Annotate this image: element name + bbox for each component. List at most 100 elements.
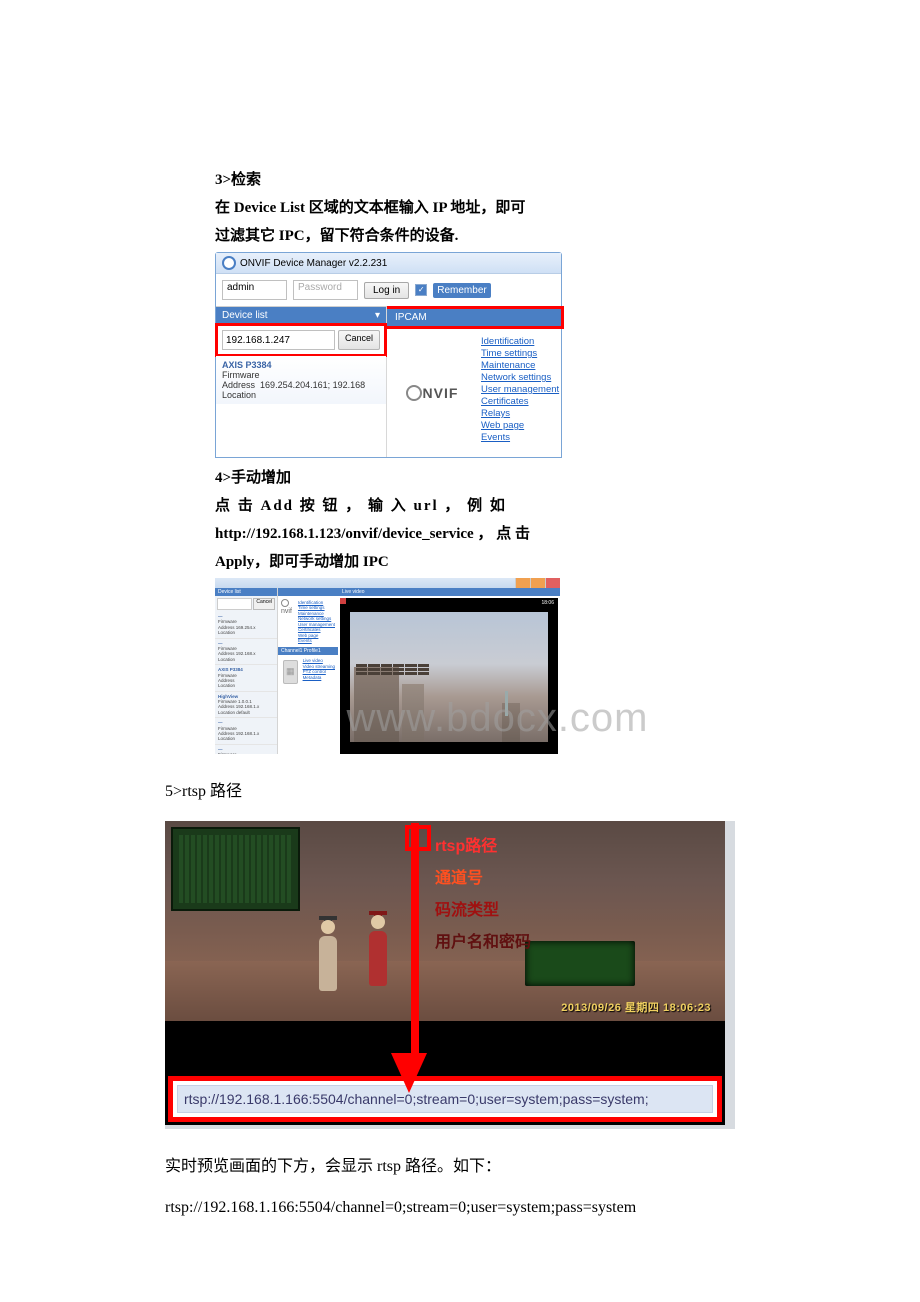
circuit-board	[171, 827, 300, 911]
link-identification[interactable]: Identification	[481, 336, 559, 347]
device-name: AXIS P3384	[222, 360, 380, 370]
window-title: ONVIF Device Manager v2.2.231	[240, 258, 387, 269]
section-header	[278, 588, 338, 596]
onvif-logo: NVIF	[387, 329, 477, 457]
list-item[interactable]: AXIS P3384FirmwareAddressLocation	[215, 665, 277, 692]
minimize-icon[interactable]	[515, 578, 530, 588]
link-user-management[interactable]: User management	[481, 384, 559, 395]
device-list-panel: Device list ▾ Cancel AXIS P3384 Firmware…	[216, 307, 387, 457]
rtsp-url-text[interactable]: rtsp://192.168.1.166:5504/channel=0;stre…	[177, 1085, 713, 1113]
link-time-settings[interactable]: Time settings	[481, 348, 559, 359]
chevron-icon: ▾	[375, 310, 380, 321]
video-content	[350, 612, 548, 742]
settings-links: Identification Time settings Maintenance…	[477, 329, 563, 457]
sec5-title: 5>rtsp 路径	[165, 779, 780, 805]
login-button[interactable]: Log in	[364, 282, 409, 299]
black-bar	[165, 1021, 725, 1073]
filter-input[interactable]	[217, 598, 252, 610]
device-list-panel: Device list Cancel —FirmwareAddress 169.…	[215, 588, 278, 754]
filter-row: Cancel	[215, 596, 277, 612]
figurine	[365, 921, 391, 1021]
link-events[interactable]: Events	[481, 432, 559, 443]
rtsp-path-figure: 2013/09/26 星期四 18:06:23 rtsp://192.168.1…	[165, 821, 735, 1129]
window-controls	[215, 578, 560, 588]
profile-header: Channel1 Profile1	[278, 647, 338, 655]
cancel-button[interactable]: Cancel	[253, 598, 275, 610]
sec4-title: 4>手动增加	[215, 466, 780, 490]
link[interactable]: Network settings	[298, 616, 335, 621]
link[interactable]: Identification	[298, 600, 335, 605]
main-panel: IPCAM NVIF Identification Time settings …	[387, 307, 563, 457]
link[interactable]: Maintenance	[298, 611, 335, 616]
link-web-page[interactable]: Web page	[481, 420, 559, 431]
figurine	[315, 926, 341, 1021]
link-live-video[interactable]: Live video	[303, 658, 335, 663]
device-list-header: Device list	[215, 588, 277, 596]
snapshot-thumb: ▦	[283, 660, 298, 684]
sec4-line3: Apply，即可手动增加 IPC	[215, 550, 780, 574]
device-item[interactable]: AXIS P3384 Firmware Address 169.254.204.…	[216, 356, 386, 404]
list-item[interactable]: —FirmwareAddress	[215, 745, 277, 754]
remember-label: Remember	[433, 283, 490, 298]
tab-header-highlight: IPCAM	[387, 306, 564, 329]
annotation-labels: rtsp路径 通道号 码流类型 用户名和密码	[435, 831, 531, 959]
video-header: Live video	[338, 588, 560, 596]
fw-label: Firmware	[222, 370, 260, 380]
login-row: admin Password Log in ✓ Remember	[216, 274, 561, 307]
window-titlebar: ONVIF Device Manager v2.2.231	[216, 253, 561, 274]
link[interactable]: Certificates	[298, 627, 335, 632]
link[interactable]: Time settings	[298, 605, 335, 610]
link[interactable]: Events	[298, 638, 335, 643]
timestamp-overlay: 18:06	[541, 600, 554, 606]
label-stream-type: 码流类型	[435, 895, 531, 927]
filter-highlight: Cancel	[215, 323, 387, 357]
sec4-line2: http://192.168.1.123/onvif/device_servic…	[215, 522, 780, 546]
video-frame: 18:06	[340, 598, 558, 754]
loc-label: Location	[222, 390, 256, 400]
sec3-title: 3>检索	[215, 168, 780, 192]
remember-checkbox[interactable]: ✓	[415, 284, 427, 296]
onvif-logo: nvif	[281, 599, 295, 615]
label-credentials: 用户名和密码	[435, 927, 531, 959]
link-ptz[interactable]: PTZ control	[303, 669, 335, 674]
dev-board	[525, 941, 635, 986]
rtsp-url-highlight: rtsp://192.168.1.166:5504/channel=0;stre…	[168, 1076, 722, 1122]
list-item[interactable]: —FirmwareAddress 192.168.xLocation	[215, 639, 277, 666]
addr-label: Address	[222, 380, 255, 390]
nvt-links: Identification Time settings Maintenance…	[298, 599, 335, 644]
link-video-streaming[interactable]: Video streaming	[303, 664, 335, 669]
list-item[interactable]: —FirmwareAddress 192.168.1.xLocation	[215, 718, 277, 745]
password-input[interactable]: Password	[293, 280, 358, 300]
profile-links: Live video Video streaming PTZ control M…	[303, 658, 335, 681]
username-input[interactable]: admin	[222, 280, 287, 300]
label-channel: 通道号	[435, 863, 531, 895]
osd-timestamp: 2013/09/26 星期四 18:06:23	[561, 999, 711, 1015]
maximize-icon[interactable]	[530, 578, 545, 588]
app-icon	[222, 256, 236, 270]
mid-panel: nvif Identification Time settings Mainte…	[278, 588, 338, 754]
onvif-manager-screenshot: ONVIF Device Manager v2.2.231 admin Pass…	[215, 252, 562, 458]
close-icon[interactable]	[545, 578, 560, 588]
sec3-line2: 过滤其它 IPC，留下符合条件的设备.	[215, 224, 780, 248]
link-certificates[interactable]: Certificates	[481, 396, 559, 407]
addr-value: 169.254.204.161; 192.168	[260, 380, 365, 390]
tail-p1: 实时预览画面的下方，会显示 rtsp 路径。如下：	[165, 1154, 780, 1180]
label-rtsp-path: rtsp路径	[435, 831, 531, 863]
cancel-button[interactable]: Cancel	[338, 330, 380, 350]
link-relays[interactable]: Relays	[481, 408, 559, 419]
link-metadata[interactable]: Metadata	[303, 675, 335, 680]
tail-p2: rtsp://192.168.1.166:5504/channel=0;stre…	[165, 1195, 780, 1221]
link-network-settings[interactable]: Network settings	[481, 372, 559, 383]
link-maintenance[interactable]: Maintenance	[481, 360, 559, 371]
video-panel: Live video 18:06 rtsp://192.168.1.166:55…	[338, 588, 560, 754]
rec-indicator	[340, 598, 346, 604]
device-list-header: Device list ▾	[216, 307, 386, 324]
sec3-line1: 在 Device List 区域的文本框输入 IP 地址，即可	[215, 196, 780, 220]
list-item[interactable]: HighViewFirmware 1.0.0.1Address 192.168.…	[215, 692, 277, 719]
link[interactable]: User management	[298, 622, 335, 627]
link[interactable]: Web page	[298, 633, 335, 638]
list-item[interactable]: —FirmwareAddress 169.254.xLocation	[215, 612, 277, 639]
sec4-line1: 点 击 Add 按 钮 ， 输 入 url ， 例 如	[215, 494, 780, 518]
onvif-livevideo-screenshot: Device list Cancel —FirmwareAddress 169.…	[215, 578, 560, 754]
filter-input[interactable]	[222, 330, 335, 350]
